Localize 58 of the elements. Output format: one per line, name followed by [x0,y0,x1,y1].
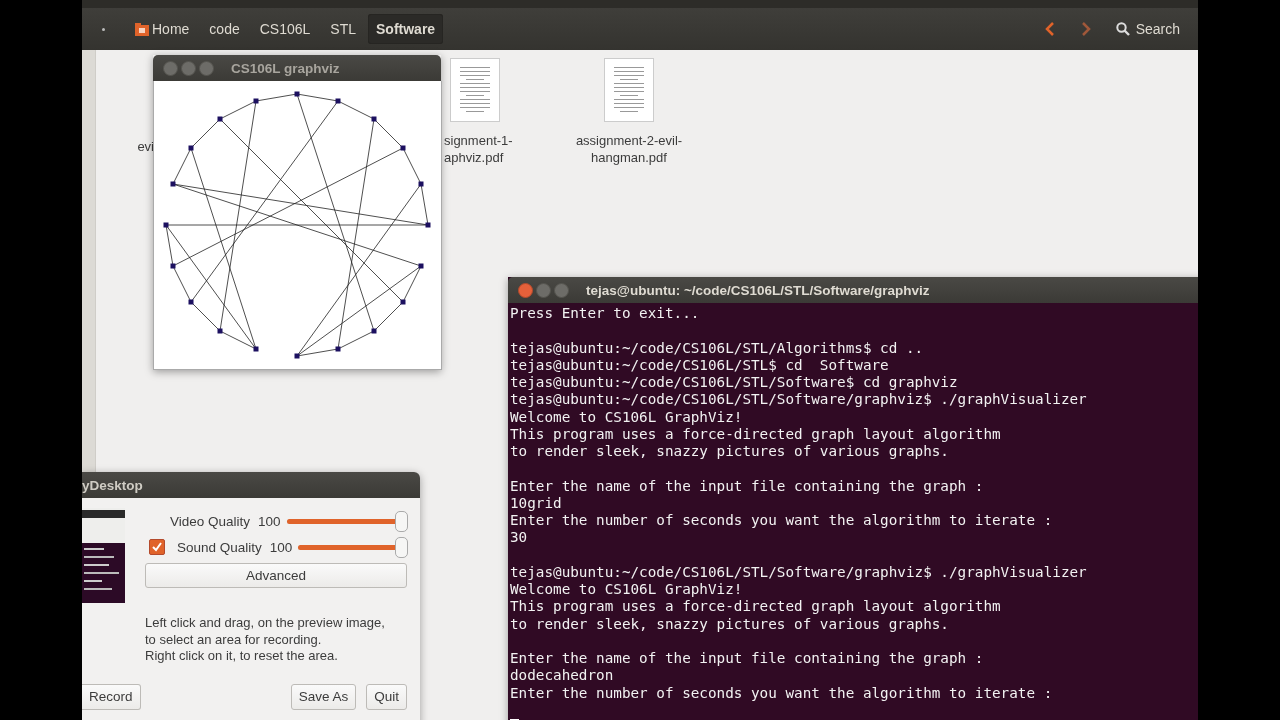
terminal-line: Welcome to CS106L GraphViz! [510,581,744,599]
slider[interactable] [298,536,407,558]
help-text: Right click on it, to reset the area. [145,648,339,665]
terminal-line: This program uses a force-directed graph layout algorithm [510,598,1002,616]
slider[interactable] [286,510,407,532]
search-button[interactable]: Search [1109,20,1186,38]
file-name[interactable]: evi [137,138,154,155]
terminal-line: Welcome to CS106L GraphViz! [510,408,744,426]
advanced-button[interactable]: Advanced [145,563,407,588]
terminal-line: to render sleek, snazzy pictures of various graphs. [510,443,950,461]
dot-icon [102,27,105,31]
slider-label: Sound Quality [177,539,262,555]
slider-label: Video Quality [170,513,251,529]
slider-value: 100 [258,513,281,529]
terminal-line: to render sleek, snazzy pictures of various graphs. [510,615,950,633]
terminal-line: dodecahedron [510,667,615,685]
dialog-button[interactable]: Record [82,683,141,710]
terminal-line: Enter the number of seconds you want the algorithm to iterate : [510,684,1054,702]
slider-thumb[interactable] [395,510,408,532]
terminal-line: Enter the name of the input file containing the graph : [510,477,985,495]
terminal-line: tejas@ubuntu:~/code/CS106L/STL/Software/graphviz$ ./graphVisualizer [510,563,1088,581]
checkbox[interactable] [149,539,165,555]
terminal-line: 10grid [510,494,563,512]
window-title: tejas@ubuntu: ~/code/CS106L/STL/Software/graphviz [586,282,930,298]
breadcrumb[interactable]: Home [127,14,198,44]
breadcrumb[interactable]: Software [368,14,444,44]
close-icon[interactable] [163,60,178,76]
terminal-line: 30 [510,529,529,547]
document-icon[interactable] [450,58,500,122]
breadcrumb[interactable]: STL [322,14,364,44]
search-icon [1115,22,1130,36]
terminal-line: Enter the name of the input file containing the graph : [510,650,985,668]
breadcrumb[interactable]: code [201,14,248,44]
breadcrumb[interactable]: CS106L [251,14,319,44]
slider-value: 100 [269,539,293,555]
terminal-line: tejas@ubuntu:~/code/CS106L/STL/Software/graphviz$ ./graphVisualizer [510,391,1088,409]
terminal-line: Press Enter to exit... [510,305,701,323]
dialog-button[interactable]: Save As [290,683,357,710]
maximize-icon[interactable] [554,282,569,298]
maximize-icon[interactable] [199,60,214,76]
terminal-line: tejas@ubuntu:~/code/CS106L/STL/Software$ cd graphviz [510,374,959,392]
folder-icon [135,22,149,36]
document-icon[interactable] [604,58,654,122]
slider-thumb[interactable] [395,536,408,558]
terminal-line: tejas@ubuntu:~/code/CS106L/STL/Algorithms$ cd .. [510,339,925,357]
minimize-icon[interactable] [181,60,196,76]
dialog-button[interactable]: Quit [366,683,407,710]
terminal-line: tejas@ubuntu:~/code/CS106L/STL$ cd Software [510,356,890,374]
file-name[interactable]: assignment-2-evil- hangman.pdf [575,132,683,166]
window-title: CS106L graphviz [231,60,340,76]
close-icon[interactable] [518,282,533,298]
file-name[interactable]: signment-1- aphviz.pdf [444,132,513,166]
minimize-icon[interactable] [536,282,551,298]
window-title: yDesktop [82,477,143,493]
terminal-line: This program uses a force-directed graph layout algorithm [510,425,1002,443]
help-text: Left click and drag, on the preview image, [145,615,386,632]
terminal-line: Enter the number of seconds you want the algorithm to iterate : [510,512,1054,530]
help-text: to select an area for recording. [145,631,323,648]
